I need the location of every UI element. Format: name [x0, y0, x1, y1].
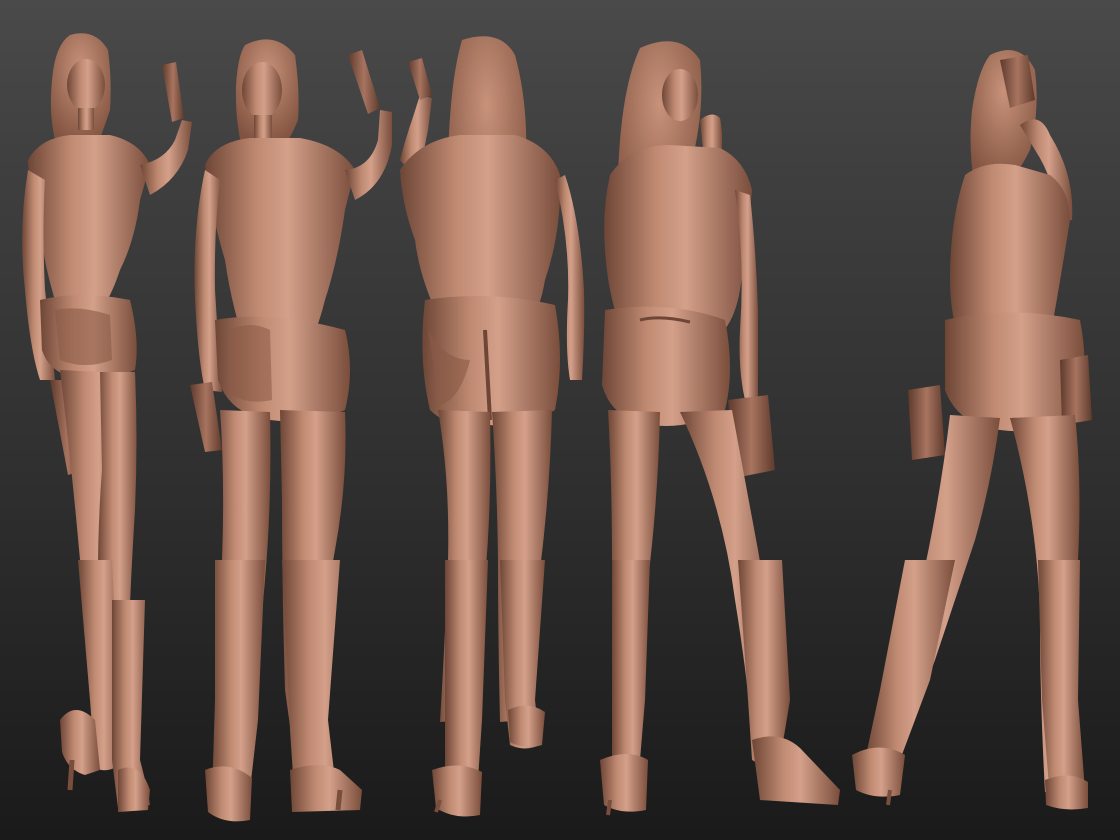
- figure-front-three-quarter: [22, 33, 192, 812]
- figure-back-three-quarter: [600, 41, 840, 816]
- turnaround-render: [22, 33, 1092, 822]
- sculpt-viewport: [0, 0, 1120, 840]
- figure-front-turned: [190, 39, 392, 822]
- figure-back: [400, 36, 585, 817]
- figure-side-profile: [852, 50, 1092, 810]
